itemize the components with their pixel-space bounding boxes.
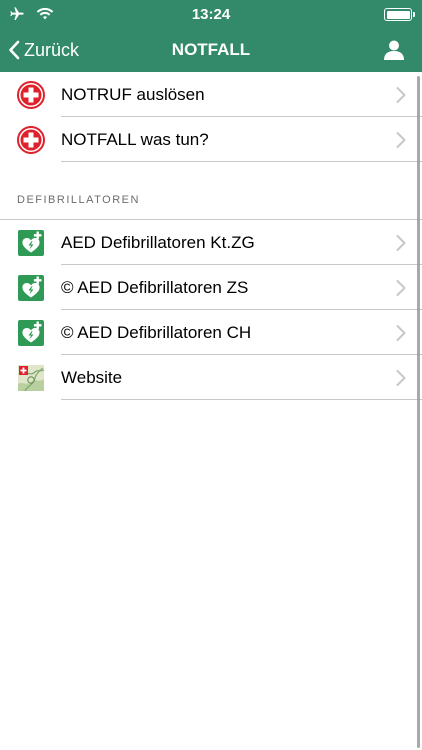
red-cross-icon xyxy=(17,125,45,154)
menu-list: NOTRUF auslösen NOTFALL was tun? DEFIBRI… xyxy=(0,72,422,400)
aed-icon xyxy=(18,229,44,256)
list-item-website[interactable]: Website xyxy=(0,355,422,400)
row-separator xyxy=(61,399,422,400)
aed-icon xyxy=(18,274,44,301)
chevron-left-icon xyxy=(9,40,20,60)
list-item-label: © AED Defibrillatoren ZS xyxy=(61,278,249,297)
list-item-label: NOTRUF auslösen xyxy=(61,85,205,104)
list-item-aed-kt-zg[interactable]: AED Defibrillatoren Kt.ZG xyxy=(0,220,422,265)
chevron-right-icon xyxy=(396,369,406,386)
back-button[interactable]: Zurück xyxy=(8,28,79,72)
list-item-label: AED Defibrillatoren Kt.ZG xyxy=(61,233,255,252)
phone-screen: 13:24 Zurück NOTFALL NOTRUF auslösen NOT… xyxy=(0,0,422,750)
aed-icon xyxy=(18,319,44,346)
list-item-label: Website xyxy=(61,368,123,387)
chevron-right-icon xyxy=(396,324,406,341)
status-time: 13:24 xyxy=(191,6,231,23)
navigation-bar: Zurück NOTFALL xyxy=(0,28,422,72)
user-icon[interactable] xyxy=(382,38,406,62)
list-item-label: NOTFALL was tun? xyxy=(61,130,209,149)
map-icon xyxy=(18,364,45,391)
chevron-right-icon xyxy=(396,279,406,296)
status-bar: 13:24 xyxy=(0,0,422,30)
list-item-notruf[interactable]: NOTRUF auslösen xyxy=(0,72,422,117)
back-button-label: Zurück xyxy=(24,39,80,60)
section-header-defibrillatoren: DEFIBRILLATOREN xyxy=(0,162,422,220)
list-item-label: © AED Defibrillatoren CH xyxy=(61,323,252,342)
list-item-aed-zs[interactable]: © AED Defibrillatoren ZS xyxy=(0,265,422,310)
battery-icon xyxy=(384,8,415,21)
list-item-aed-ch[interactable]: © AED Defibrillatoren CH xyxy=(0,310,422,355)
chevron-right-icon xyxy=(396,86,406,103)
scrollbar[interactable] xyxy=(417,76,420,748)
red-cross-icon xyxy=(17,80,45,109)
list-item-notfall[interactable]: NOTFALL was tun? xyxy=(0,117,422,162)
chevron-right-icon xyxy=(396,131,406,148)
section-header-label: DEFIBRILLATOREN xyxy=(17,194,140,206)
chevron-right-icon xyxy=(396,234,406,251)
